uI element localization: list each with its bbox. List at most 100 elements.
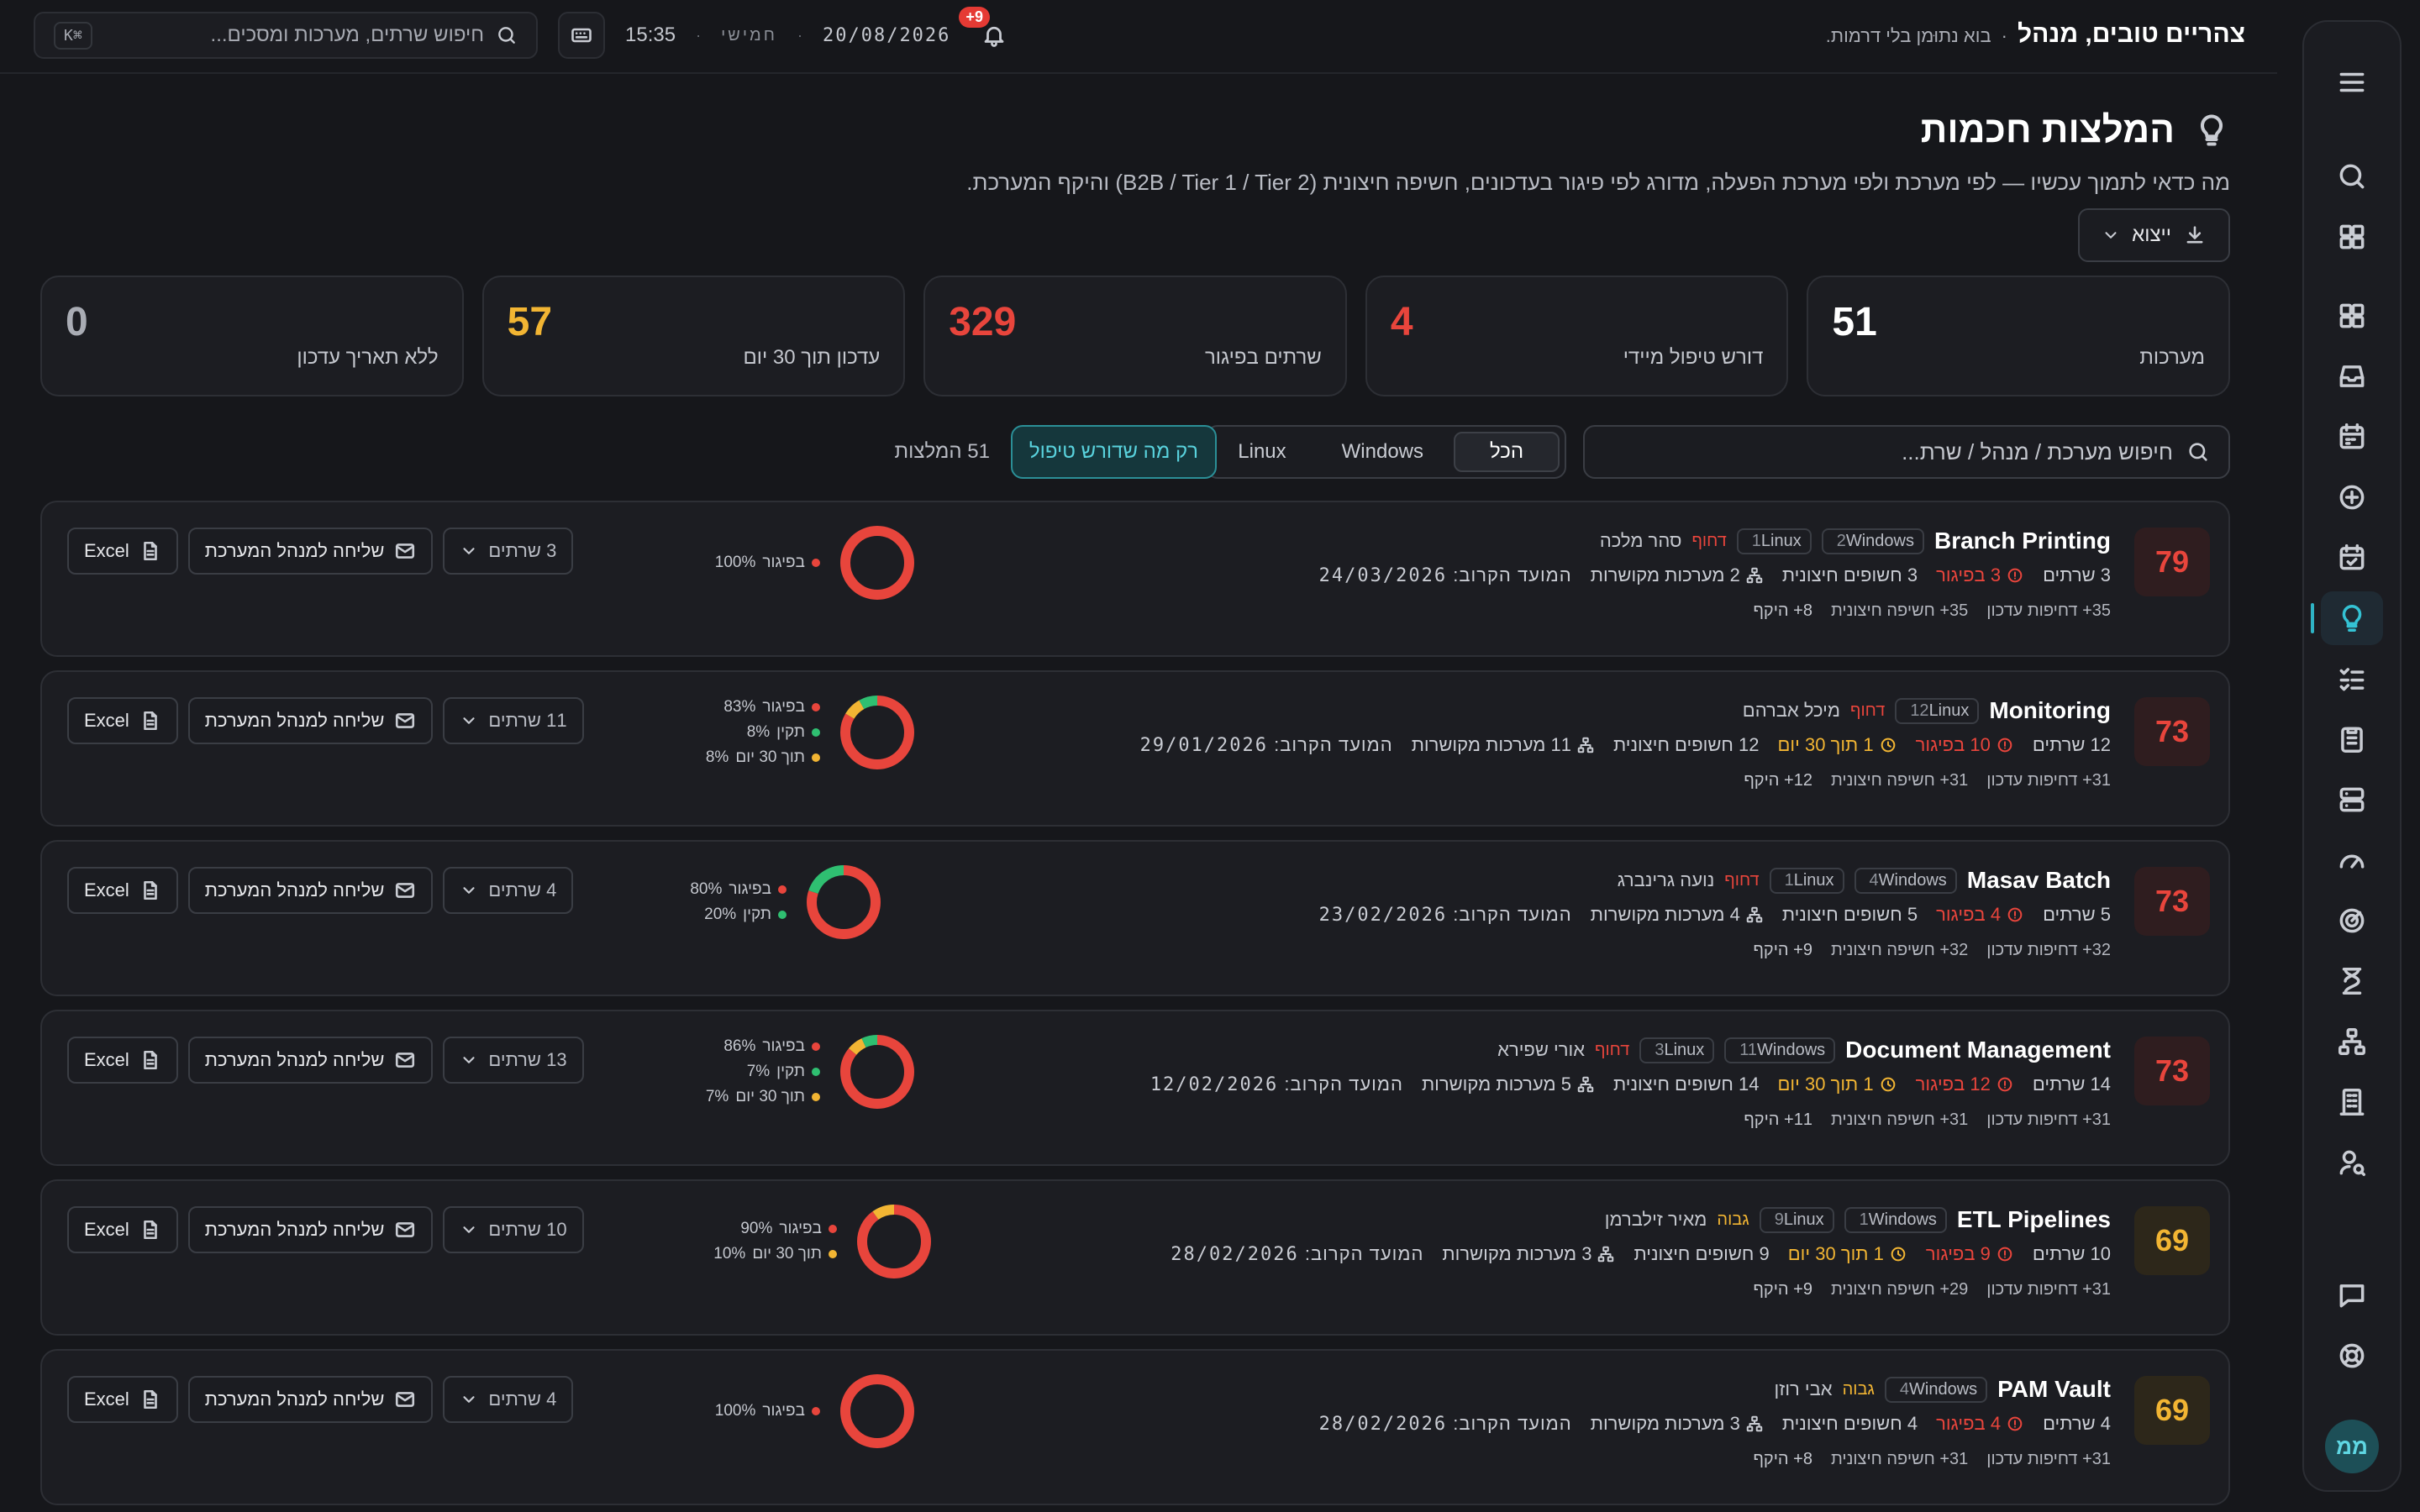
search-icon — [2189, 443, 2207, 461]
recommendation-card[interactable]: 73 Document Management 11Windows 3Linux ד… — [40, 1010, 2230, 1166]
behind-count: 10 בפיגור — [1916, 734, 2014, 756]
card-actions: Excel שליחה למנהל המערכת 4 שרתים — [67, 1376, 574, 1423]
alert-icon — [2007, 907, 2023, 922]
within-30-count: 1 תוך 30 יום — [1788, 1243, 1907, 1265]
clipboard-icon[interactable] — [2321, 712, 2383, 766]
scope-score: 8+ היקף — [1753, 1449, 1812, 1468]
server-count: 3 שרתים — [2043, 564, 2111, 585]
stat-systems[interactable]: 51 מערכות — [1807, 276, 2230, 396]
status-breakdown: בפיגור 86% תקין 7% תוך 30 יום 7% — [706, 1032, 918, 1112]
servers-expand-button[interactable]: 4 שרתים — [443, 867, 574, 914]
linked-systems-icon — [1746, 1415, 1763, 1432]
system-name[interactable]: Branch Printing — [1934, 528, 2111, 554]
system-name[interactable]: Monitoring — [1989, 697, 2111, 724]
filter-linux[interactable]: Linux — [1213, 432, 1311, 472]
recommendation-card[interactable]: 73 Monitoring 12Linux דחוף מיכל אברהם 12… — [40, 670, 2230, 827]
priority-label: גבוה — [1842, 1379, 1875, 1399]
recommendation-card[interactable]: 79 Branch Printing 2Windows 1Linux דחוף ס… — [40, 501, 2230, 657]
hourglass-icon[interactable] — [2321, 954, 2383, 1008]
export-excel-button[interactable]: Excel — [67, 1376, 178, 1423]
servers-expand-button[interactable]: 3 שרתים — [443, 528, 574, 575]
inbox-icon[interactable] — [2321, 349, 2383, 403]
export-excel-button[interactable]: Excel — [67, 867, 178, 914]
needs-action-toggle[interactable]: רק מה שדורש טיפול — [1010, 425, 1217, 479]
recommendation-card[interactable]: 73 Masav Batch 4Windows 1Linux דחוף נועה … — [40, 840, 2230, 996]
file-icon — [143, 1220, 157, 1240]
send-to-owner-button[interactable]: שליחה למנהל המערכת — [187, 528, 434, 575]
legend-item: בפיגור 80% — [690, 880, 786, 899]
servers-expand-button[interactable]: 13 שרתים — [443, 1037, 584, 1084]
add-circle-icon[interactable] — [2321, 470, 2383, 524]
menu-icon[interactable] — [2321, 55, 2383, 109]
clock-time: 15:35 — [625, 24, 676, 46]
card-info: ETL Pipelines 1Windows 9Linux גבוה מאיר ז… — [1171, 1203, 2111, 1307]
stat-within-30[interactable]: 57 עדכון תוך 30 יום — [481, 276, 906, 396]
notifications-button[interactable]: 9+ — [959, 7, 1018, 59]
page-title: המלצות חכמות — [1920, 109, 2175, 150]
chat-icon[interactable] — [2321, 1268, 2383, 1322]
status-breakdown: בפיגור 83% תקין 8% תוך 30 יום 8% — [706, 692, 918, 773]
search-icon[interactable] — [2321, 150, 2383, 203]
system-name[interactable]: Document Management — [1845, 1037, 2111, 1063]
checklist-icon[interactable] — [2321, 652, 2383, 706]
export-excel-button[interactable]: Excel — [67, 1037, 178, 1084]
filter-windows[interactable]: Windows — [1317, 432, 1449, 472]
recommendation-card[interactable]: 69 ETL Pipelines 1Windows 9Linux גבוה מאי… — [40, 1179, 2230, 1336]
export-excel-button[interactable]: Excel — [67, 697, 178, 744]
os-chip: 1Windows — [1844, 1206, 1947, 1233]
file-icon — [143, 1389, 157, 1410]
send-to-owner-button[interactable]: שליחה למנהל המערכת — [187, 1376, 434, 1423]
global-search-input[interactable]: חיפוש שרתים, מערכות ומסכים... ⌘K — [34, 12, 538, 59]
next-due: המועד הקרוב: 28/02/2026 — [1318, 1413, 1572, 1435]
sitemap-icon[interactable] — [2321, 1015, 2383, 1068]
export-excel-button[interactable]: Excel — [67, 528, 178, 575]
stat-immediate[interactable]: 4 דורש טיפול מיידי — [1365, 276, 1789, 396]
send-to-owner-button[interactable]: שליחה למנהל המערכת — [187, 1037, 434, 1084]
calendar-check-icon[interactable] — [2321, 531, 2383, 585]
export-button[interactable]: ייצוא — [2078, 208, 2230, 262]
exposure-score: 31+ חשיפה חיצונית — [1830, 1110, 1969, 1129]
urgency-score: 35+ דחיפות עדכון — [1986, 601, 2111, 620]
os-chip: 1Linux — [1769, 867, 1844, 894]
system-name[interactable]: ETL Pipelines — [1957, 1206, 2111, 1233]
system-name[interactable]: Masav Batch — [1967, 867, 2111, 894]
calendar-icon[interactable] — [2321, 410, 2383, 464]
stat-no-date[interactable]: 0 ללא תאריך עדכון — [40, 276, 464, 396]
stat-behind[interactable]: 329 שרתים בפיגור — [923, 276, 1347, 396]
recommendation-card[interactable]: 69 PAM Vault 4Windows גבוה אבי רוזן 4 שר… — [40, 1349, 2230, 1505]
server-icon[interactable] — [2321, 773, 2383, 827]
chevron-down-icon — [2105, 232, 2117, 239]
radar-icon[interactable] — [2321, 894, 2383, 948]
lightbulb-icon — [2201, 114, 2223, 146]
keyboard-button[interactable] — [558, 12, 605, 59]
filter-all[interactable]: הכל — [1454, 432, 1560, 472]
send-to-owner-button[interactable]: שליחה למנהל המערכת — [187, 697, 434, 744]
donut-segment — [857, 1205, 931, 1278]
topbar-tools: חיפוש שרתים, מערכות ומסכים... ⌘K 15:35 ·… — [34, 7, 1018, 59]
support-icon[interactable] — [2321, 1329, 2383, 1383]
send-to-owner-button[interactable]: שליחה למנהל המערכת — [187, 867, 434, 914]
gauge-icon[interactable] — [2321, 833, 2383, 887]
alert-icon — [1997, 1247, 2012, 1262]
card-info: Branch Printing 2Windows 1Linux דחוף סהר … — [1319, 524, 2111, 628]
user-search-icon[interactable] — [2321, 1136, 2383, 1189]
servers-expand-button[interactable]: 10 שרתים — [443, 1206, 584, 1253]
servers-expand-button[interactable]: 4 שרתים — [443, 1376, 574, 1423]
building-icon[interactable] — [2321, 1075, 2383, 1129]
linked-systems: 11 מערכות מקושרות — [1412, 734, 1595, 756]
stat-value: 51 — [1832, 300, 1877, 344]
card-info: Document Management 11Windows 3Linux דחוף… — [1150, 1033, 2111, 1137]
servers-expand-button[interactable]: 11 שרתים — [443, 697, 584, 744]
lightbulb-icon[interactable] — [2311, 591, 2383, 645]
system-name[interactable]: PAM Vault — [1997, 1376, 2111, 1403]
os-chip: 4Windows — [1854, 867, 1957, 894]
send-to-owner-button[interactable]: שליחה למנהל המערכת — [187, 1206, 434, 1253]
dashboard-icon[interactable] — [2321, 289, 2383, 343]
recommendations-search-input[interactable]: חיפוש מערכת / מנהל / שרת... — [1583, 425, 2230, 479]
greeting: צהריים טובים, מנהל · בוא נתוּמן בלי דרמו… — [1826, 20, 2245, 49]
avatar[interactable]: ממ — [2325, 1420, 2379, 1473]
clock-icon — [1881, 1077, 1895, 1092]
linked-systems-icon — [1577, 737, 1594, 753]
apps-grid-icon[interactable] — [2321, 210, 2383, 264]
export-excel-button[interactable]: Excel — [67, 1206, 178, 1253]
